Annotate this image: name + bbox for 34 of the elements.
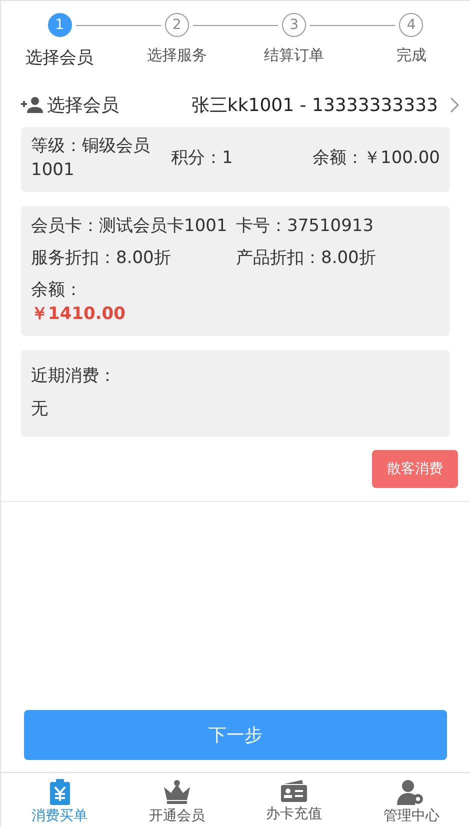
card-name-text: 会员卡：测试会员卡1001 [31,215,228,238]
product-discount-text: 产品折扣：8.00折 [236,247,377,270]
recent-spending-value: 无 [31,398,49,421]
service-discount-text: 服务折扣：8.00折 [31,247,172,270]
tab-label: 管理中心 [383,807,440,825]
step-number: 3 [282,13,306,37]
select-member-label: 选择会员 [47,94,120,117]
id-card-icon [280,779,308,803]
tab-label: 消费买单 [32,807,88,825]
card-number-text: 卡号：37510913 [236,215,375,238]
receipt-icon [48,779,71,805]
tab-label: 办卡充值 [266,805,322,823]
chevron-right-icon[interactable] [450,97,460,113]
recent-spending-label: 近期消费： [31,365,117,388]
member-value[interactable]: 张三kk1001 - 13333333333 [191,93,438,117]
step-label: 选择会员 [26,47,94,69]
user-gear-icon [397,779,426,805]
tab-item[interactable]: 办卡充值 [236,773,353,827]
card-balance-label: 余额： [31,280,82,300]
tab-label: 开通会员 [148,807,205,825]
tab-item[interactable]: 管理中心 [352,773,470,827]
step-label: 完成 [396,46,426,65]
crown-icon [162,779,191,805]
step-number: 1 [48,13,72,37]
card-balance-value: ￥1410.00 [31,303,126,326]
step-number: 4 [399,13,424,37]
step-label: 结算订单 [264,46,324,65]
tab-item[interactable]: 开通会员 [118,773,236,827]
add-user-icon [21,97,43,113]
step-number: 2 [164,13,189,37]
balance-text: 余额：￥100.00 [312,147,440,170]
step-label: 选择服务 [146,46,207,65]
points-text: 积分：1 [171,147,234,170]
level-text: 等级：铜级会员1001 [31,135,151,182]
